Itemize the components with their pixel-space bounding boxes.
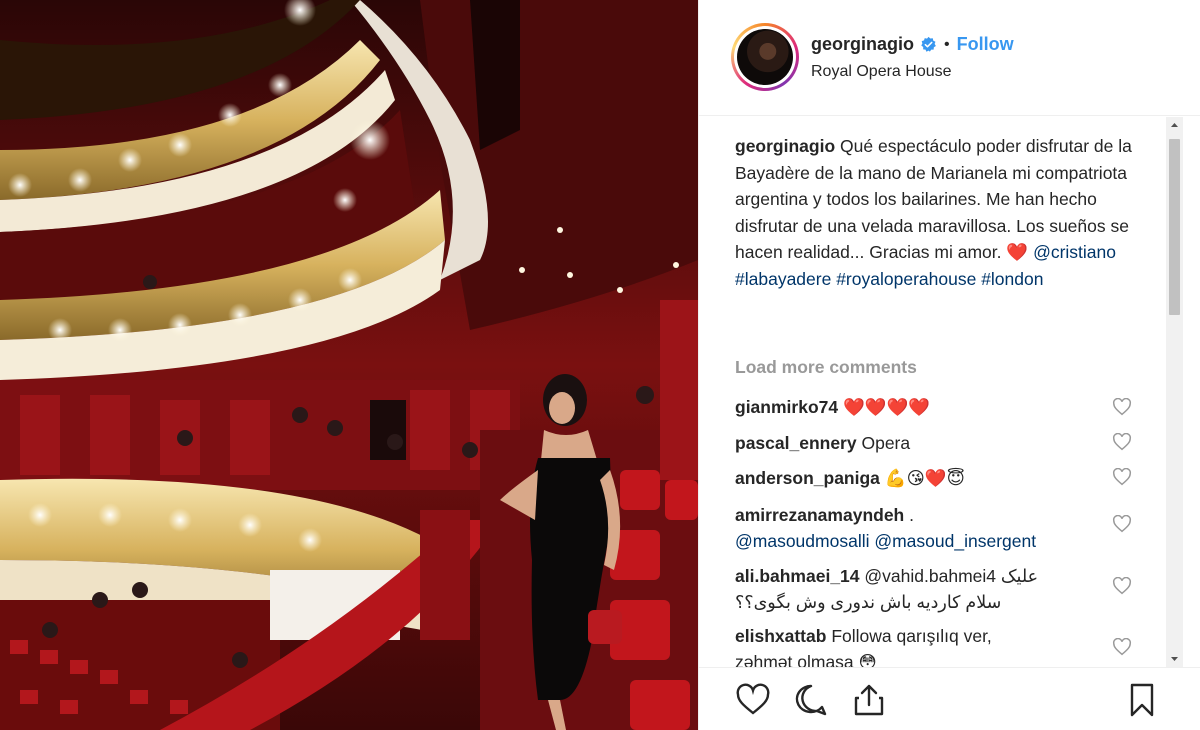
comments-scrollbar[interactable] <box>1166 117 1183 667</box>
avatar-border <box>734 26 796 88</box>
comment-text: ❤️❤️❤️❤️ <box>842 397 931 417</box>
comment-username[interactable]: pascal_ennery <box>735 433 857 453</box>
comment-username[interactable]: gianmirko74 <box>735 397 838 417</box>
comment-item: anderson_paniga 💪😘❤️😇 <box>735 465 1105 491</box>
comment-item: gianmirko74 ❤️❤️❤️❤️ <box>735 394 1105 420</box>
scroll-down-arrow-icon[interactable] <box>1166 650 1183 667</box>
scroll-up-arrow-icon[interactable] <box>1166 117 1183 134</box>
post-actions-bar <box>699 667 1200 730</box>
comment-item: amirrezanamayndeh . @masoudmosalli @maso… <box>735 502 1105 554</box>
load-more-comments-button[interactable]: Load more comments <box>735 357 917 378</box>
opera-house-photo <box>0 0 698 730</box>
caption-author[interactable]: georginagio <box>735 136 835 156</box>
comment-item: elishxattab Followa qarışılıq ver, zəhmə… <box>735 623 1105 667</box>
comment-text: @vahid.bahmei4 علیک <box>864 566 1039 586</box>
comment-text: . <box>909 505 914 525</box>
caption-mention[interactable]: @cristiano <box>1033 242 1116 262</box>
share-upload-icon[interactable] <box>851 682 887 718</box>
avatar-story-ring[interactable] <box>731 23 799 91</box>
heart-outline-icon[interactable] <box>1112 398 1132 416</box>
post-caption: georginagio Qué espectáculo poder disfru… <box>735 133 1145 292</box>
comment-text: 💪😘❤️😇 <box>884 468 965 488</box>
comment-text: Opera <box>861 433 911 453</box>
post-photo[interactable] <box>0 0 698 730</box>
hashtag-royaloperahouse[interactable]: #royaloperahouse <box>836 269 976 289</box>
hashtag-labayadere[interactable]: #labayadere <box>735 269 831 289</box>
heart-outline-icon[interactable] <box>1112 515 1132 533</box>
post-details-panel: georginagio • Follow Royal Opera House g… <box>698 0 1200 730</box>
comment-item: pascal_ennery Opera <box>735 430 1105 456</box>
comment-item: ali.bahmaei_14 @vahid.bahmei4 علیک سلام … <box>735 563 1105 615</box>
post-header: georginagio • Follow Royal Opera House <box>699 0 1200 116</box>
comment-text: Followa qarışılıq ver, <box>831 626 992 646</box>
heart-outline-icon[interactable] <box>1112 638 1132 656</box>
caption-heart-emoji: ❤️ <box>1006 242 1029 262</box>
comment-username[interactable]: ali.bahmaei_14 <box>735 566 860 586</box>
location-link[interactable]: Royal Opera House <box>811 63 952 81</box>
comment-text-line2: zəhmət olmasa 😳 <box>735 652 877 667</box>
heart-outline-icon[interactable] <box>1112 577 1132 595</box>
username-link[interactable]: georginagio <box>811 34 914 55</box>
comment-mentions[interactable]: @masoudmosalli @masoud_insergent <box>735 531 1036 551</box>
comment-text-line2: سلام کاردیه باش ندوری وش بگوی؟؟ <box>735 592 1002 612</box>
comment-username[interactable]: anderson_paniga <box>735 468 880 488</box>
heart-outline-icon[interactable] <box>735 682 771 718</box>
heart-outline-icon[interactable] <box>1112 433 1132 451</box>
hashtag-london[interactable]: #london <box>981 269 1043 289</box>
scrollbar-thumb[interactable] <box>1169 139 1180 315</box>
avatar <box>737 29 793 85</box>
comment-bubble-icon[interactable] <box>793 682 829 718</box>
comment-username[interactable]: amirrezanamayndeh <box>735 505 904 525</box>
bookmark-icon[interactable] <box>1124 682 1160 718</box>
username-row: georginagio • Follow <box>811 34 1014 55</box>
comments-section: georginagio Qué espectáculo poder disfru… <box>699 117 1177 667</box>
follow-button[interactable]: Follow <box>957 34 1014 55</box>
verified-badge-icon <box>921 36 936 52</box>
separator-dot: • <box>944 35 950 53</box>
comment-username[interactable]: elishxattab <box>735 626 826 646</box>
heart-outline-icon[interactable] <box>1112 468 1132 486</box>
